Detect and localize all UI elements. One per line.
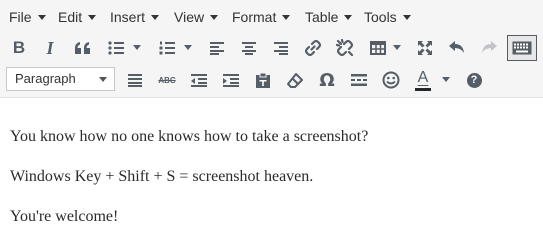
align-center-icon	[242, 42, 256, 55]
menu-insert-label: Insert	[110, 9, 146, 25]
indent-button[interactable]	[218, 67, 244, 93]
help-glyph: ?	[470, 73, 478, 86]
keyboard-icon	[512, 41, 532, 55]
text-color-letter: A	[417, 68, 429, 86]
bullet-list-icon	[108, 41, 124, 55]
chevron-down-icon	[151, 15, 160, 20]
omega-icon: Ω	[319, 69, 335, 91]
help-icon: ?	[466, 72, 482, 88]
table-button[interactable]	[365, 35, 391, 61]
menu-tools[interactable]: Tools	[364, 8, 411, 26]
text-color-icon: A	[415, 68, 431, 91]
content-paragraph[interactable]: You know how no one knows how to take a …	[10, 127, 368, 147]
bold-icon: B	[12, 38, 26, 57]
paste-as-text-icon	[256, 72, 270, 88]
outdent-icon	[191, 74, 207, 87]
emoji-icon	[382, 71, 400, 89]
read-more-button[interactable]	[346, 67, 372, 93]
help-button[interactable]: ?	[461, 67, 487, 93]
chevron-down-icon	[37, 15, 46, 20]
clear-formatting-icon	[287, 73, 303, 88]
fullscreen-icon	[418, 41, 432, 55]
menubar: File Edit Insert View Format Table Tools	[0, 0, 543, 32]
menu-file-label: File	[9, 9, 32, 25]
menu-edit-label: Edit	[58, 9, 83, 25]
format-select[interactable]: Paragraph	[6, 67, 115, 91]
align-left-icon	[210, 42, 224, 55]
fullscreen-button[interactable]	[412, 35, 438, 61]
text-color-dropdown-icon[interactable]	[442, 77, 450, 82]
special-character-button[interactable]: Ω	[314, 67, 340, 93]
menu-edit[interactable]: Edit	[58, 8, 97, 26]
italic-button[interactable]: I	[37, 35, 63, 61]
bold-button[interactable]: B	[6, 35, 32, 61]
chevron-down-icon	[88, 15, 97, 20]
strikethrough-icon: ABC	[158, 75, 176, 85]
redo-icon	[482, 41, 497, 53]
content-paragraph[interactable]: You're welcome!	[10, 207, 118, 227]
chevron-down-icon	[210, 15, 219, 20]
content-paragraph[interactable]: Windows Key + Shift + S = screenshot hea…	[10, 167, 313, 187]
chevron-down-icon	[402, 15, 411, 20]
toolbar-row-2: Paragraph ABC Ω A ?	[0, 64, 543, 96]
outdent-button[interactable]	[186, 67, 212, 93]
redo-button[interactable]	[476, 35, 502, 61]
bullet-list-button[interactable]	[103, 35, 129, 61]
format-select-value: Paragraph	[15, 71, 76, 86]
menu-view-label: View	[174, 9, 205, 25]
unlink-icon	[336, 39, 354, 57]
indent-icon	[223, 74, 239, 87]
menu-table-label: Table	[305, 9, 339, 25]
menu-tools-label: Tools	[364, 9, 397, 25]
text-color-swatch	[415, 87, 431, 91]
align-left-button[interactable]	[204, 35, 230, 61]
bullet-list-dropdown-icon[interactable]	[133, 45, 141, 50]
insert-link-button[interactable]	[300, 35, 326, 61]
chevron-down-icon	[99, 77, 107, 82]
toolbar-toggle-button[interactable]	[507, 35, 537, 61]
read-more-icon	[351, 74, 367, 86]
chevron-down-icon	[344, 15, 353, 20]
clear-formatting-button[interactable]	[282, 67, 308, 93]
menu-format[interactable]: Format	[232, 8, 291, 26]
justify-icon	[128, 74, 142, 87]
justify-button[interactable]	[122, 67, 148, 93]
paste-as-text-button[interactable]	[250, 67, 276, 93]
table-icon	[370, 41, 386, 55]
blockquote-button[interactable]	[70, 35, 96, 61]
table-dropdown-icon[interactable]	[393, 45, 401, 50]
editor-content-area[interactable]: You know how no one knows how to take a …	[0, 97, 543, 244]
menu-insert[interactable]: Insert	[110, 8, 160, 26]
italic-icon: I	[46, 37, 54, 58]
undo-button[interactable]	[444, 35, 470, 61]
numbered-list-icon	[159, 41, 175, 55]
menu-file[interactable]: File	[9, 8, 46, 26]
blockquote-icon	[75, 42, 90, 54]
menu-view[interactable]: View	[174, 8, 219, 26]
menu-table[interactable]: Table	[305, 8, 353, 26]
emoji-button[interactable]	[378, 67, 404, 93]
toolbar-row-1: B I	[0, 32, 543, 64]
chevron-down-icon	[282, 15, 291, 20]
text-color-button[interactable]: A	[410, 67, 436, 93]
link-icon	[304, 39, 322, 57]
menu-format-label: Format	[232, 9, 277, 25]
align-center-button[interactable]	[236, 35, 262, 61]
numbered-list-button[interactable]	[154, 35, 180, 61]
undo-icon	[449, 41, 464, 53]
align-right-icon	[274, 42, 288, 55]
numbered-list-dropdown-icon[interactable]	[184, 45, 192, 50]
align-right-button[interactable]	[268, 35, 294, 61]
strikethrough-button[interactable]: ABC	[154, 67, 180, 93]
unlink-button[interactable]	[332, 35, 358, 61]
rich-text-editor: File Edit Insert View Format Table Tools…	[0, 0, 543, 244]
